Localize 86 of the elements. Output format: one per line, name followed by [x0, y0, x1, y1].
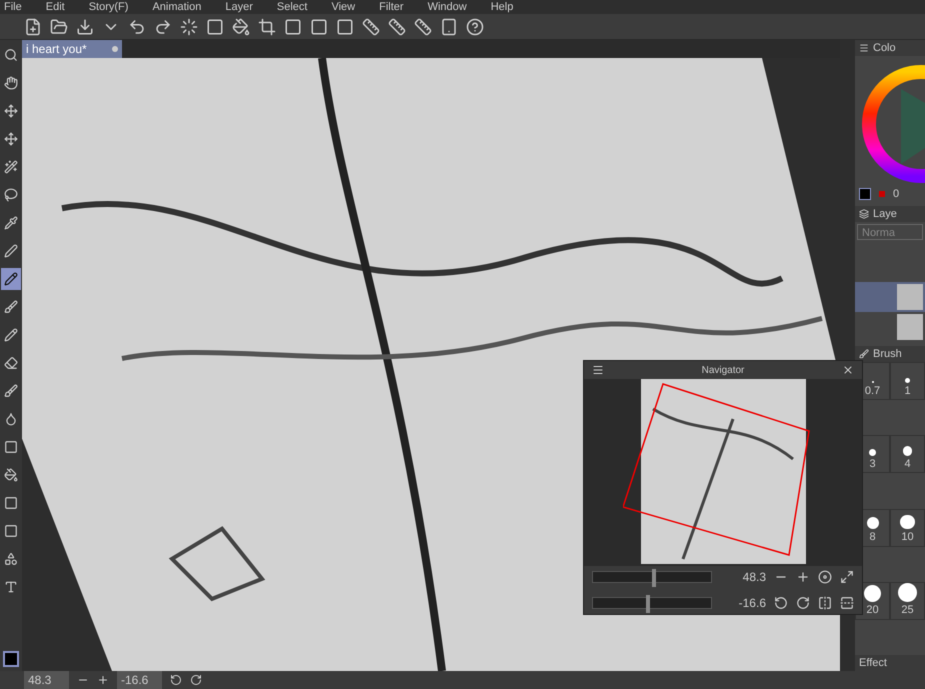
- brush-icon: [859, 349, 869, 359]
- toolbar-icon[interactable]: [414, 18, 432, 36]
- layer-thumbnail: [897, 284, 923, 310]
- menu-item[interactable]: File: [4, 1, 22, 13]
- tool-icon: [4, 384, 18, 398]
- tool-icon: [4, 48, 18, 62]
- menu-item[interactable]: Animation: [152, 1, 202, 13]
- foreground-color-swatch[interactable]: [3, 651, 19, 667]
- tool-icon: [4, 524, 18, 538]
- layers-icon: [859, 209, 869, 219]
- toolbar-icon[interactable]: [206, 18, 224, 36]
- brush-size-cell[interactable]: 10: [890, 508, 925, 546]
- tool-button[interactable]: [1, 268, 21, 290]
- flip-vertical-icon[interactable]: [840, 596, 854, 610]
- menu-item[interactable]: Edit: [46, 1, 65, 13]
- rotation-value: -16.6: [738, 595, 766, 612]
- tool-icon: [4, 104, 18, 118]
- brush-size-cell[interactable]: 25: [890, 582, 925, 620]
- flip-horizontal-icon[interactable]: [818, 596, 832, 610]
- toolbar-icon[interactable]: [336, 18, 354, 36]
- layer-thumbnail: [897, 314, 923, 340]
- toolbar-icon[interactable]: [50, 18, 68, 36]
- rotate-right-icon[interactable]: [190, 674, 202, 686]
- zoom-value: 48.3: [742, 569, 766, 586]
- tool-icon: [4, 412, 18, 426]
- menu-icon[interactable]: [592, 364, 604, 376]
- rotate-left-icon[interactable]: [774, 596, 788, 610]
- zoom-field[interactable]: 48.3: [24, 671, 69, 689]
- toolbar-icon[interactable]: [76, 18, 94, 36]
- fit-icon[interactable]: [840, 570, 854, 584]
- tool-icon: [4, 76, 18, 90]
- tool-icon: [4, 272, 18, 286]
- brush-size-cell[interactable]: 4: [890, 435, 925, 474]
- tool-icon: [4, 580, 18, 594]
- menu-item[interactable]: Help: [490, 1, 514, 13]
- slider-thumb[interactable]: [652, 569, 656, 587]
- tool-icon: [4, 552, 18, 566]
- toolbar-icon[interactable]: [258, 18, 276, 36]
- menu-icon[interactable]: [859, 43, 869, 53]
- menu-item[interactable]: Window: [428, 1, 467, 13]
- toolbar-icon[interactable]: [154, 18, 172, 36]
- tool-icon: [4, 440, 18, 454]
- panel-title: Colo: [873, 40, 896, 56]
- toolbar-icon[interactable]: [440, 18, 458, 36]
- toolbar-icon[interactable]: [232, 18, 250, 36]
- zoom-in-icon[interactable]: [796, 570, 810, 584]
- layer-row[interactable]: [855, 282, 925, 312]
- rotate-right-icon[interactable]: [796, 596, 810, 610]
- menu-item[interactable]: Layer: [225, 1, 253, 13]
- tool-icon: [4, 496, 18, 510]
- tool-icon: [4, 160, 18, 174]
- tool-icon: [4, 356, 18, 370]
- toolbar-icon[interactable]: [128, 18, 146, 36]
- color-swatch[interactable]: [859, 188, 871, 200]
- tool-icon: [4, 468, 18, 482]
- toolbar-icon[interactable]: [24, 18, 42, 36]
- square-icon: [879, 190, 885, 197]
- close-icon[interactable]: [842, 364, 854, 376]
- tool-icon: [4, 132, 18, 146]
- reset-icon[interactable]: [818, 570, 832, 584]
- rotation-field[interactable]: -16.6: [117, 671, 162, 689]
- menu-item[interactable]: Filter: [379, 1, 404, 13]
- navigator-title: Navigator: [702, 364, 744, 378]
- panel-title: Laye: [873, 206, 897, 222]
- tool-icon: [4, 328, 18, 342]
- toolbar-icon[interactable]: [388, 18, 406, 36]
- toolbar-icon[interactable]: [362, 18, 380, 36]
- tool-icon: [4, 300, 18, 314]
- tool-icon: [4, 216, 18, 230]
- toolbar-icon[interactable]: [180, 18, 198, 36]
- tool-icon: [4, 244, 18, 258]
- document-tab[interactable]: i heart you*: [22, 40, 122, 58]
- color-value: 0: [893, 186, 900, 202]
- panel-title: Brush: [873, 346, 902, 362]
- zoom-in-icon[interactable]: [97, 674, 109, 686]
- menu-item[interactable]: Story(F): [88, 1, 128, 13]
- brush-size-cell[interactable]: 1: [890, 362, 925, 400]
- menu-item[interactable]: Select: [276, 1, 308, 13]
- rotate-left-icon[interactable]: [170, 674, 182, 686]
- toolbar-icon[interactable]: [310, 18, 328, 36]
- toolbar-icon[interactable]: [466, 18, 484, 36]
- tool-icon: [4, 188, 18, 202]
- menu-item[interactable]: View: [331, 1, 356, 13]
- slider-thumb[interactable]: [646, 595, 650, 613]
- panel-title: Effect: [859, 656, 887, 671]
- toolbar-icon[interactable]: [284, 18, 302, 36]
